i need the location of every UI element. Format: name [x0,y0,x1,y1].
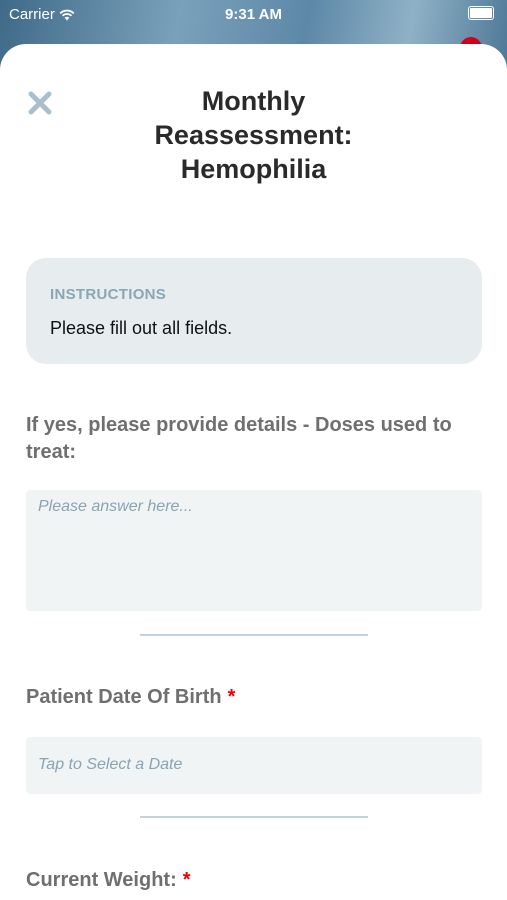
dob-date-placeholder: Tap to Select a Date [38,756,183,773]
required-asterisk: * [227,686,236,708]
modal-sheet: Monthly Reassessment: Hemophilia INSTRUC… [0,44,507,900]
doses-answer-textarea[interactable]: Please answer here... [26,490,482,611]
weight-question-label: Current Weight: * [26,867,191,894]
instructions-text: Please fill out all fields. [50,318,233,338]
status-bar: Carrier 9:31 AM [0,0,507,30]
dob-label-text: Patient Date Of Birth [26,686,222,708]
instructions-card: INSTRUCTIONS Please fill out all fields. [26,258,482,364]
required-asterisk: * [182,869,191,891]
weight-label-text: Current Weight: [26,869,177,891]
divider [140,816,368,818]
page-title: Monthly Reassessment: Hemophilia [154,86,353,184]
close-icon [28,91,52,115]
dob-date-picker[interactable]: Tap to Select a Date [26,737,482,794]
instructions-label: INSTRUCTIONS [50,286,167,303]
doses-question-label: If yes, please provide details - Doses u… [26,414,452,463]
close-button[interactable] [27,90,53,116]
status-time: 9:31 AM [225,6,282,23]
battery-icon [468,6,494,20]
doses-answer-placeholder: Please answer here... [38,498,193,515]
dob-question-label: Patient Date Of Birth * [26,684,235,711]
divider [140,634,368,636]
